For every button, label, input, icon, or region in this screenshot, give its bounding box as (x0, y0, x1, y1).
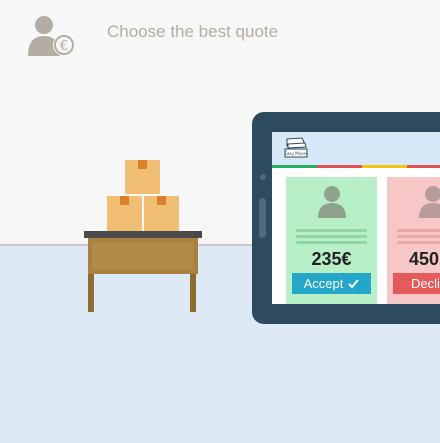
quote-card-decline: 450 Declin (387, 177, 440, 304)
page-title: Choose the best quote (107, 22, 279, 41)
tablet-screen: Easy Mover 235€ Accept 450 Decli (272, 132, 440, 304)
color-stripe (272, 165, 440, 168)
decline-button[interactable]: Declin (393, 273, 440, 294)
quote-card-accept: 235€ Accept (286, 177, 377, 304)
decline-button-label: Declin (411, 276, 440, 291)
user-icon (318, 186, 346, 218)
stripe-segment (407, 165, 440, 168)
tablet-device: Easy Mover 235€ Accept 450 Decli (252, 112, 440, 324)
check-icon (348, 279, 360, 289)
user-icon (419, 186, 440, 218)
boxes-on-table (84, 160, 202, 312)
quote-price: 450 (409, 249, 440, 269)
card-text-line (397, 241, 440, 244)
tablet-side-button (259, 198, 266, 238)
table-icon (84, 231, 202, 312)
boxes-icon (107, 160, 179, 232)
stripe-segment (317, 165, 362, 168)
svg-text:€: € (60, 39, 68, 54)
user-euro-icon: € (28, 16, 75, 56)
screen-header: Easy Mover (272, 132, 440, 165)
stripe-segment (272, 165, 317, 168)
stripe-segment (362, 165, 407, 168)
card-text-line (296, 235, 367, 238)
accept-button-label: Accept (303, 276, 344, 291)
svg-text:Easy Mover: Easy Mover (284, 151, 307, 156)
card-text-line (296, 229, 367, 232)
card-text-line (397, 235, 440, 238)
tablet-camera (260, 174, 266, 180)
accept-button[interactable]: Accept (292, 273, 371, 294)
easy-mover-logo: Easy Mover (284, 137, 308, 158)
quote-price: 235€ (311, 249, 352, 269)
card-text-line (397, 229, 440, 232)
card-text-line (296, 241, 367, 244)
